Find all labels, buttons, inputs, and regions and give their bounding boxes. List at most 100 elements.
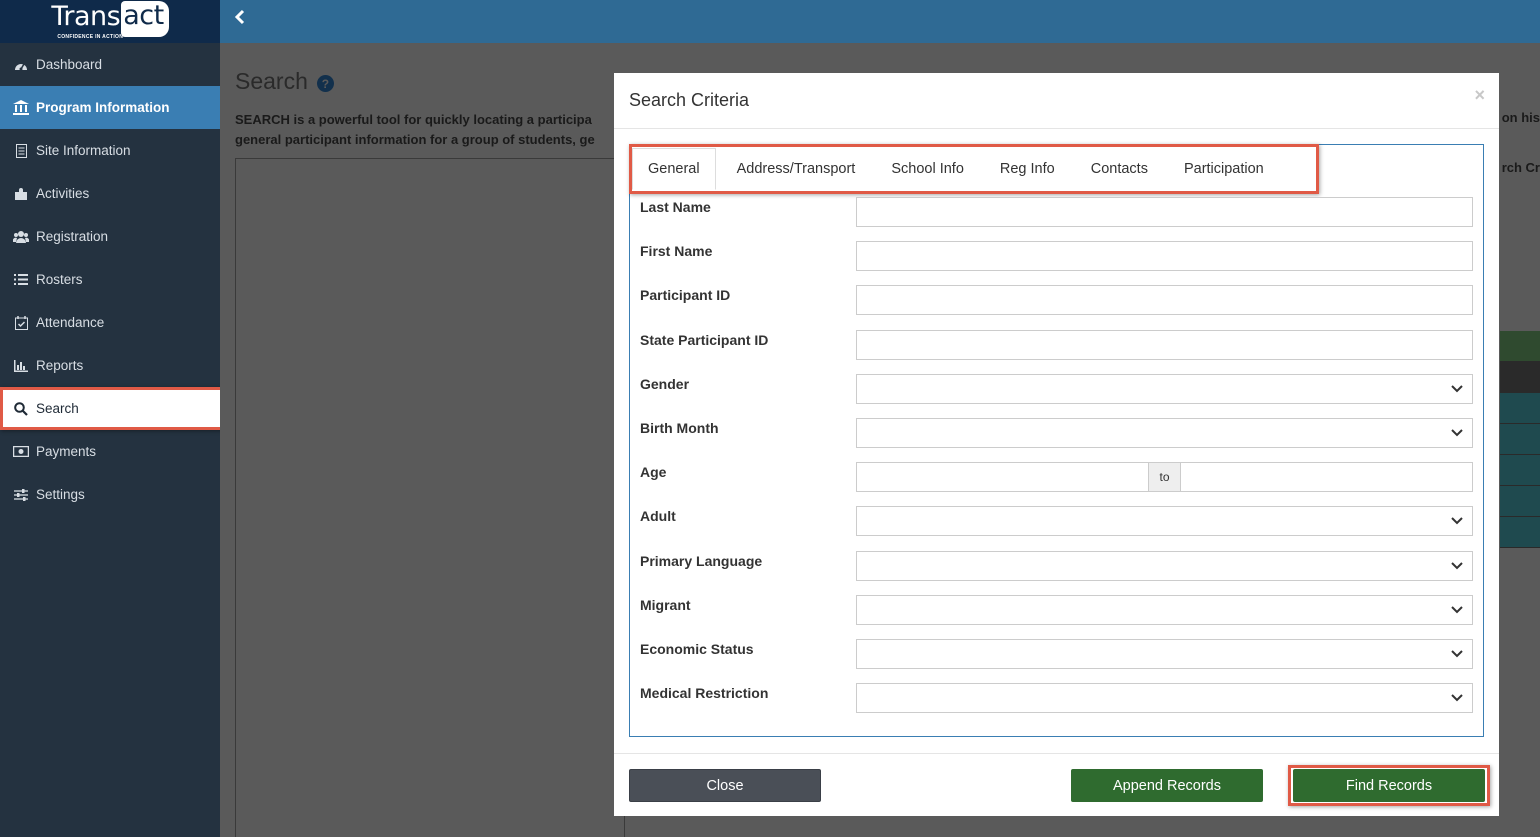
document-icon [13,143,29,159]
puzzle-icon [13,186,29,202]
state-participant-id-input[interactable] [856,329,1473,360]
sidebar-item-settings[interactable]: Settings [0,473,220,516]
sidebar-item-label: Settings [36,487,85,502]
modal-footer: Close Append Records Find Records [614,753,1499,816]
tab-general[interactable]: General [632,148,716,190]
page-description-line1: SEARCH is a powerful tool for quickly lo… [235,112,592,127]
bar-chart-icon [13,358,29,374]
form-row-gender: Gender [630,372,1483,416]
age-to-input[interactable] [1180,462,1473,493]
logo-text-main: Trans [51,0,121,32]
medical-restriction-select[interactable] [856,683,1473,714]
chevron-down-icon [1450,425,1464,439]
modal-title: Search Criteria [629,90,750,110]
sidebar-item-payments[interactable]: Payments [0,430,220,473]
table-row [1500,331,1540,362]
close-button[interactable]: Close [629,769,821,802]
chevron-down-icon [1450,602,1464,616]
sliders-icon [13,487,29,503]
dashboard-icon [13,57,29,73]
top-bar [220,0,1540,43]
tab-contacts[interactable]: Contacts [1076,149,1163,189]
page-description-line2: general participant information for a gr… [235,132,595,147]
sidebar-item-dashboard[interactable]: Dashboard [0,43,220,86]
sidebar-item-label: Program Information [36,100,170,115]
sidebar: Trans act CONFIDENCE IN ACTION Dashboard… [0,0,224,837]
economic-status-select[interactable] [856,638,1473,669]
sidebar-item-label: Payments [36,444,97,459]
first-name-input[interactable] [856,241,1473,272]
economic-status-label: Economic Status [640,640,754,657]
sidebar-item-search[interactable]: Search [0,387,224,430]
age-to-label: to [1148,462,1181,493]
append-records-button[interactable]: Append Records [1071,769,1263,802]
tab-reg-info[interactable]: Reg Info [985,149,1070,189]
form-row-primary-language: Primary Language [630,549,1483,593]
age-from-input[interactable] [856,462,1149,493]
chevron-down-icon [1450,690,1464,704]
form-row-adult: Adult [630,504,1483,548]
close-icon[interactable]: × [1474,85,1485,106]
sidebar-item-label: Search [36,401,79,416]
modal-body: General Address/Transport School Info Re… [629,144,1484,737]
sidebar-item-label: Site Information [36,143,131,158]
tab-participation[interactable]: Participation [1169,149,1279,189]
sidebar-item-activities[interactable]: Activities [0,172,220,215]
sidebar-item-site-information[interactable]: Site Information [0,129,220,172]
first-name-label: First Name [640,243,713,260]
sidebar-nav: Dashboard Program Information Site Infor… [0,43,224,516]
sidebar-item-program-information[interactable]: Program Information [0,86,220,129]
form-row-birth-month: Birth Month [630,416,1483,460]
last-name-input[interactable] [856,197,1473,227]
find-records-highlight: Find Records [1288,765,1490,806]
results-panel [235,158,625,837]
building-icon [13,100,29,116]
sidebar-item-reports[interactable]: Reports [0,344,220,387]
sidebar-item-label: Rosters [36,272,83,287]
chevron-left-icon[interactable] [234,9,248,29]
birth-month-select[interactable] [856,417,1473,448]
form-row-medical-restriction: Medical Restriction [630,681,1483,725]
sidebar-item-registration[interactable]: Registration [0,215,220,258]
table-row [1500,517,1540,548]
sidebar-item-rosters[interactable]: Rosters [0,258,220,301]
modal-header: Search Criteria × [614,73,1499,129]
primary-language-select[interactable] [856,550,1473,581]
general-criteria-form: Last Name First Name Participant ID Stat… [630,195,1483,725]
transact-logo[interactable]: Trans act CONFIDENCE IN ACTION [51,0,169,40]
page-description: SEARCH is a powerful tool for quickly lo… [235,110,625,150]
search-criteria-modal: Search Criteria × General Address/Transp… [614,73,1499,816]
form-row-migrant: Migrant [630,593,1483,637]
logo-bar: Trans act CONFIDENCE IN ACTION [0,0,220,43]
page-title-text: Search [235,68,308,94]
help-icon[interactable]: ? [316,75,334,92]
chevron-down-icon [1450,513,1464,527]
criteria-tabs: General Address/Transport School Info Re… [629,144,1319,194]
calendar-check-icon [13,315,29,331]
adult-select[interactable] [856,506,1473,537]
chevron-down-icon [1450,381,1464,395]
table-row [1500,455,1540,486]
adult-label: Adult [640,508,676,525]
form-row-economic-status: Economic Status [630,637,1483,681]
gender-label: Gender [640,375,690,392]
search-icon [13,401,29,417]
age-label: Age [640,464,667,481]
table-row [1500,362,1540,393]
migrant-label: Migrant [640,596,691,613]
form-row-first-name: First Name [630,239,1483,283]
sidebar-item-label: Activities [36,186,90,201]
sidebar-item-attendance[interactable]: Attendance [0,301,220,344]
page-right-text: rch Cr [1501,160,1540,175]
chevron-down-icon [1450,646,1464,660]
birth-month-label: Birth Month [640,419,719,436]
gender-select[interactable] [856,373,1473,404]
form-row-age: Age to [630,460,1483,504]
tab-address-transport[interactable]: Address/Transport [722,149,871,189]
form-row-last-name: Last Name [630,195,1483,239]
find-records-button[interactable]: Find Records [1293,769,1485,802]
migrant-select[interactable] [856,594,1473,625]
tab-school-info[interactable]: School Info [876,149,979,189]
participant-id-input[interactable] [856,285,1473,316]
money-icon [13,444,29,460]
